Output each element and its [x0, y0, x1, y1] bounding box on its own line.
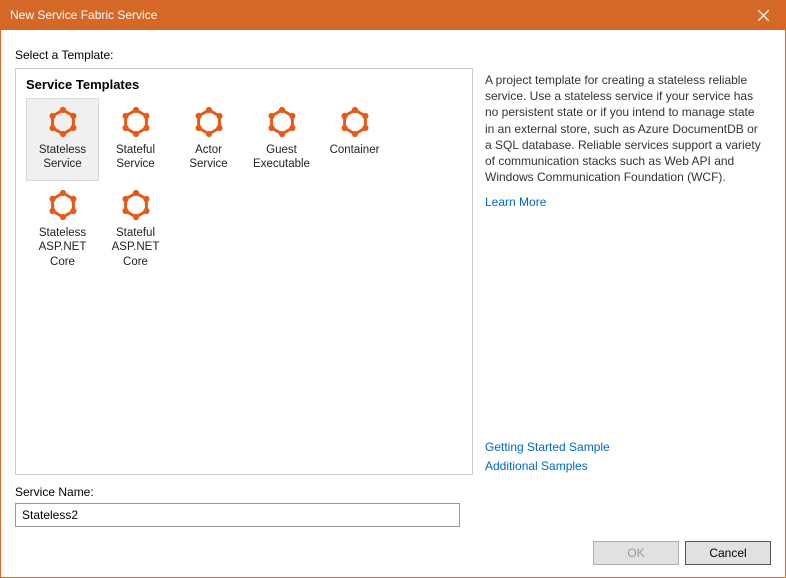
template-label: Actor Service: [175, 143, 242, 172]
template-item[interactable]: Actor Service: [172, 98, 245, 181]
dialog-buttons: OK Cancel: [15, 541, 771, 565]
learn-more-link[interactable]: Learn More: [485, 195, 767, 209]
service-fabric-icon: [119, 105, 153, 139]
cancel-button[interactable]: Cancel: [685, 541, 771, 565]
description-text: A project template for creating a statel…: [485, 72, 767, 185]
service-fabric-icon: [338, 105, 372, 139]
templates-grid: Stateless ServiceStateful ServiceActor S…: [26, 98, 462, 278]
template-item[interactable]: Stateful Service: [99, 98, 172, 181]
service-fabric-icon: [265, 105, 299, 139]
template-label: Guest Executable: [248, 143, 315, 172]
close-button[interactable]: [741, 0, 786, 30]
getting-started-link[interactable]: Getting Started Sample: [485, 440, 767, 454]
template-label: Stateless ASP.NET Core: [29, 226, 96, 269]
ok-button[interactable]: OK: [593, 541, 679, 565]
service-name-row: Service Name:: [15, 485, 771, 527]
template-item[interactable]: Guest Executable: [245, 98, 318, 181]
template-label: Container: [330, 143, 380, 157]
bottom-links: Getting Started Sample Additional Sample…: [485, 440, 767, 473]
service-fabric-icon: [119, 188, 153, 222]
select-template-label: Select a Template:: [15, 48, 771, 62]
service-name-input[interactable]: [15, 503, 460, 527]
template-item[interactable]: Stateless ASP.NET Core: [26, 181, 99, 278]
template-label: Stateful ASP.NET Core: [102, 226, 169, 269]
templates-panel: Service Templates Stateless ServiceState…: [15, 68, 473, 475]
additional-samples-link[interactable]: Additional Samples: [485, 459, 767, 473]
template-item[interactable]: Stateless Service: [26, 98, 99, 181]
templates-title: Service Templates: [26, 77, 462, 92]
service-fabric-icon: [46, 105, 80, 139]
template-item[interactable]: Container: [318, 98, 391, 181]
template-label: Stateless Service: [29, 143, 96, 172]
service-fabric-icon: [192, 105, 226, 139]
service-name-label: Service Name:: [15, 485, 771, 499]
main-row: Service Templates Stateless ServiceState…: [15, 68, 771, 475]
description-panel: A project template for creating a statel…: [485, 68, 771, 475]
window-title: New Service Fabric Service: [10, 8, 741, 22]
template-label: Stateful Service: [102, 143, 169, 172]
titlebar: New Service Fabric Service: [0, 0, 786, 30]
dialog-body: Select a Template: Service Templates Sta…: [0, 30, 786, 578]
service-fabric-icon: [46, 188, 80, 222]
close-icon: [758, 10, 769, 21]
template-item[interactable]: Stateful ASP.NET Core: [99, 181, 172, 278]
